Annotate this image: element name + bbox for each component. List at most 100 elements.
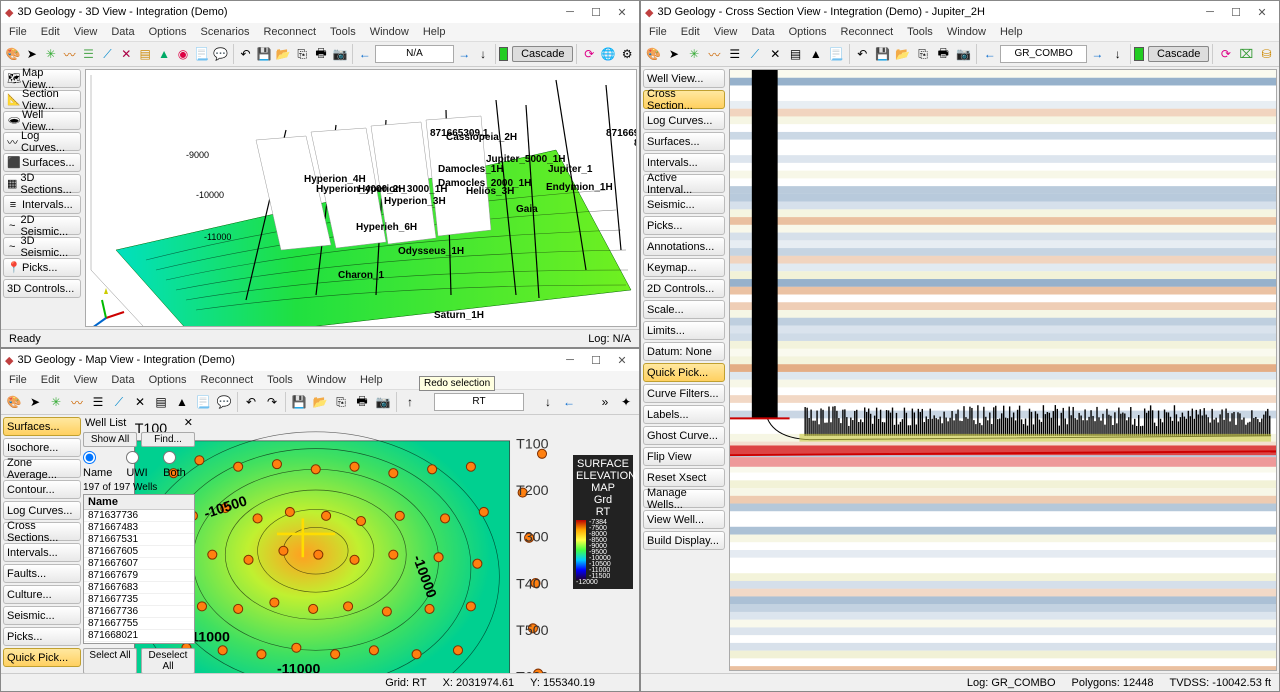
pick-icon[interactable]: 〰 (705, 44, 724, 64)
save-icon[interactable]: 💾 (289, 392, 309, 412)
fwd-arrow-icon[interactable]: → (455, 44, 473, 64)
info-icon[interactable]: 📃 (826, 44, 845, 64)
copy-icon[interactable]: ⎘ (331, 392, 351, 412)
table-row[interactable]: 871667483 (84, 522, 194, 534)
table-row[interactable]: 871668058 (84, 642, 194, 644)
minimize-button[interactable]: ─ (557, 350, 583, 370)
copy-icon[interactable]: ⎘ (913, 44, 932, 64)
menu-file[interactable]: File (3, 25, 33, 39)
table-row[interactable]: 871668021 (84, 630, 194, 642)
globe-icon[interactable]: ◉ (174, 44, 192, 64)
menu-file[interactable]: File (3, 373, 33, 387)
side-quick-pick-[interactable]: Quick Pick... (643, 363, 725, 382)
layer-icon[interactable]: ▤ (136, 44, 154, 64)
menu-edit[interactable]: Edit (35, 25, 66, 39)
open-icon[interactable]: 📂 (274, 44, 292, 64)
msg-icon[interactable]: 💬 (214, 392, 234, 412)
mag-icon[interactable]: ✕ (130, 392, 150, 412)
grid-icon[interactable]: ☰ (725, 44, 744, 64)
show-all-button[interactable]: Show All (83, 432, 137, 447)
side-datum-none[interactable]: Datum: None (643, 342, 725, 361)
tower-icon[interactable]: ⚙ (618, 44, 636, 64)
menu-edit[interactable]: Edit (675, 25, 706, 39)
save-icon[interactable]: 💾 (873, 44, 892, 64)
back-arrow-icon[interactable]: ← (356, 44, 374, 64)
side-surfaces-[interactable]: Surfaces... (3, 417, 81, 436)
refresh2-icon[interactable]: ⟳ (580, 44, 598, 64)
side-manage-wells-[interactable]: Manage Wells... (643, 489, 725, 508)
camera-icon[interactable]: 📷 (331, 44, 349, 64)
side-curve-filters-[interactable]: Curve Filters... (643, 384, 725, 403)
table-row[interactable]: 871667683 (84, 582, 194, 594)
side-faults-[interactable]: Faults... (3, 564, 81, 583)
cascade-button[interactable]: Cascade (1148, 46, 1209, 62)
up-icon[interactable]: ↑ (400, 392, 420, 412)
side-3d-controls-[interactable]: 3D Controls... (3, 279, 81, 298)
side-log-curves-[interactable]: 〰Log Curves... (3, 132, 81, 151)
side-scale-[interactable]: Scale... (643, 300, 725, 319)
menu-scenarios[interactable]: Scenarios (195, 25, 256, 39)
menu-window[interactable]: Window (301, 373, 352, 387)
side-ghost-curve-[interactable]: Ghost Curve... (643, 426, 725, 445)
menu-reconnect[interactable]: Reconnect (257, 25, 322, 39)
grid-icon[interactable]: ☰ (80, 44, 98, 64)
menu-data[interactable]: Data (105, 25, 140, 39)
side-active-interval-[interactable]: Active Interval... (643, 174, 725, 193)
menu-file[interactable]: File (643, 25, 673, 39)
find-button[interactable]: Find... (141, 432, 195, 447)
menu-options[interactable]: Options (143, 25, 193, 39)
layer-icon[interactable]: ▤ (786, 44, 805, 64)
menu-reconnect[interactable]: Reconnect (195, 373, 260, 387)
radio-uwi[interactable]: UWI (126, 451, 157, 479)
cylinder-icon[interactable]: ⌧ (1237, 44, 1256, 64)
wand-icon[interactable]: ⟋ (98, 44, 116, 64)
radio-both[interactable]: Both (163, 451, 195, 479)
db-icon[interactable]: ⛁ (1257, 44, 1276, 64)
viewport-3d[interactable]: 871669594871668962871665309.187166909687… (85, 69, 637, 327)
north-icon[interactable]: ▲ (172, 392, 192, 412)
table-row[interactable]: 871667605 (84, 546, 194, 558)
minimize-button[interactable]: ─ (557, 2, 583, 22)
minimize-button[interactable]: ─ (1197, 2, 1223, 22)
grid-icon[interactable]: ☰ (88, 392, 108, 412)
measure-icon[interactable]: ✳ (42, 44, 60, 64)
mag-icon[interactable]: ✕ (766, 44, 785, 64)
world-icon[interactable]: 🌐 (599, 44, 617, 64)
table-row[interactable]: 871667679 (84, 570, 194, 582)
side-zone-average-[interactable]: Zone Average... (3, 459, 81, 478)
side-seismic-[interactable]: Seismic... (643, 195, 725, 214)
camera-icon[interactable]: 📷 (373, 392, 393, 412)
side-intervals-[interactable]: ≡Intervals... (3, 195, 81, 214)
menu-tools[interactable]: Tools (261, 373, 299, 387)
maximize-button[interactable]: ☐ (583, 350, 609, 370)
table-row[interactable]: 871637736 (84, 510, 194, 522)
table-row[interactable]: 871667755 (84, 618, 194, 630)
save-icon[interactable]: 💾 (255, 44, 273, 64)
maximize-button[interactable]: ☐ (1223, 2, 1249, 22)
table-row[interactable]: 871667531 (84, 534, 194, 546)
refresh2-icon[interactable]: ⟳ (1216, 44, 1235, 64)
side-quick-pick-[interactable]: Quick Pick... (3, 648, 81, 667)
menu-options[interactable]: Options (143, 373, 193, 387)
menu-tools[interactable]: Tools (901, 25, 939, 39)
close-button[interactable]: ✕ (609, 2, 635, 22)
print-icon[interactable]: 🖶 (352, 392, 372, 412)
side-well-view-[interactable]: Well View... (643, 69, 725, 88)
side-2d-controls-[interactable]: 2D Controls... (643, 279, 725, 298)
side-picks-[interactable]: Picks... (643, 216, 725, 235)
menu-data[interactable]: Data (745, 25, 780, 39)
side-picks-[interactable]: Picks... (3, 627, 81, 646)
north-icon[interactable]: ▲ (806, 44, 825, 64)
undo-icon[interactable]: ↶ (237, 44, 255, 64)
cascade-button[interactable]: Cascade (512, 46, 573, 62)
menu-window[interactable]: Window (941, 25, 992, 39)
pointer-icon[interactable]: ➤ (23, 44, 41, 64)
mag-icon[interactable]: ✕ (117, 44, 135, 64)
side-intervals-[interactable]: Intervals... (643, 153, 725, 172)
side-reset-xsect[interactable]: Reset Xsect (643, 468, 725, 487)
radio-name[interactable]: Name (83, 451, 120, 479)
down-arrow-icon[interactable]: ↓ (474, 44, 492, 64)
fwd-arrow-icon[interactable]: → (1088, 44, 1107, 64)
print-icon[interactable]: 🖶 (312, 44, 330, 64)
select-all-button[interactable]: Select All (83, 648, 137, 673)
